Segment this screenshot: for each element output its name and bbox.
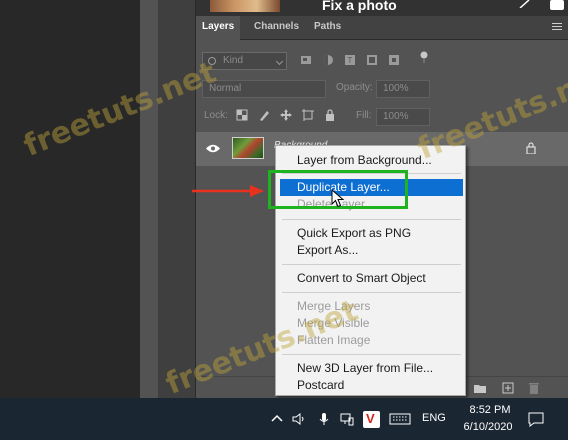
menu-item-convert-smart-object[interactable]: Convert to Smart Object — [280, 270, 463, 287]
tab-layers[interactable]: Layers — [196, 16, 241, 40]
menu-separator — [282, 292, 461, 293]
filter-kind-select[interactable]: Kind — [202, 52, 287, 70]
adjustment-filter-icon[interactable] — [322, 54, 334, 66]
annotation-arrow-icon — [192, 185, 264, 197]
tab-channels[interactable]: Channels — [254, 16, 299, 40]
menu-separator — [282, 354, 461, 355]
fill-value: 100% — [383, 111, 409, 122]
clock-date[interactable]: 6/10/2020 — [456, 421, 520, 433]
lock-label: Lock: — [204, 110, 228, 121]
filter-toggle-icon[interactable] — [418, 51, 430, 63]
open-arrow-icon[interactable] — [519, 0, 531, 8]
lock-transparent-icon[interactable] — [236, 109, 248, 121]
opacity-label: Opacity: — [336, 82, 373, 93]
close-tile-icon[interactable] — [550, 0, 564, 10]
new-layer-icon[interactable] — [502, 382, 514, 394]
chevron-down-icon — [275, 57, 284, 66]
language-indicator[interactable]: ENG — [422, 412, 446, 424]
opacity-field[interactable]: 100% — [376, 80, 430, 98]
svg-text:T: T — [348, 56, 353, 65]
vivaldi-icon[interactable]: V — [363, 411, 380, 428]
opacity-value: 100% — [383, 83, 409, 94]
screen: Fix a photo Layers Channels Paths Kind T… — [0, 0, 568, 440]
menu-separator — [282, 264, 461, 265]
menu-item-quick-export-png[interactable]: Quick Export as PNG — [280, 225, 463, 242]
collapsed-panel-strip — [158, 0, 196, 398]
panel-menu-icon[interactable] — [552, 23, 562, 31]
volume-icon[interactable] — [292, 412, 306, 426]
photo-thumbnail[interactable] — [210, 0, 280, 12]
clock-time[interactable]: 8:52 PM — [462, 404, 518, 416]
pixel-filter-icon[interactable] — [300, 54, 312, 66]
fill-field[interactable]: 100% — [376, 108, 430, 126]
filter-kind-label: Kind — [223, 55, 244, 66]
lock-all-icon[interactable] — [324, 109, 336, 121]
blend-mode-select[interactable]: Normal — [202, 80, 326, 98]
microphone-icon[interactable] — [317, 412, 331, 426]
menu-separator — [282, 219, 461, 220]
lock-pixels-icon[interactable] — [258, 109, 270, 121]
notification-icon[interactable] — [528, 412, 544, 427]
type-filter-icon[interactable]: T — [344, 54, 356, 66]
mouse-cursor-icon — [331, 189, 345, 208]
folder-icon[interactable] — [474, 382, 486, 394]
tab-paths[interactable]: Paths — [314, 16, 341, 40]
menu-item-export-as[interactable]: Export As... — [280, 242, 463, 259]
lock-icon — [526, 142, 536, 154]
canvas-area — [0, 0, 140, 398]
eye-icon[interactable] — [206, 144, 220, 153]
menu-item-postcard[interactable]: Postcard — [280, 377, 463, 394]
chevron-up-icon[interactable] — [270, 412, 284, 426]
canvas-scrollbar[interactable] — [140, 0, 158, 398]
network-icon[interactable] — [340, 412, 354, 426]
shape-filter-icon[interactable] — [366, 54, 378, 66]
menu-item-new-3d-layer[interactable]: New 3D Layer from File... — [280, 360, 463, 377]
windows-taskbar: V ENG 8:52 PM 6/10/2020 — [0, 398, 568, 440]
fill-label: Fill: — [356, 110, 372, 121]
lock-artboard-icon[interactable] — [302, 109, 314, 121]
keyboard-icon[interactable] — [389, 412, 411, 426]
trash-icon[interactable] — [528, 382, 540, 394]
panel-tabs: Layers Channels Paths — [196, 16, 568, 40]
lock-position-icon[interactable] — [280, 109, 292, 121]
learn-title: Fix a photo — [322, 0, 397, 13]
layer-thumbnail — [232, 137, 264, 159]
smart-object-filter-icon[interactable] — [388, 54, 400, 66]
